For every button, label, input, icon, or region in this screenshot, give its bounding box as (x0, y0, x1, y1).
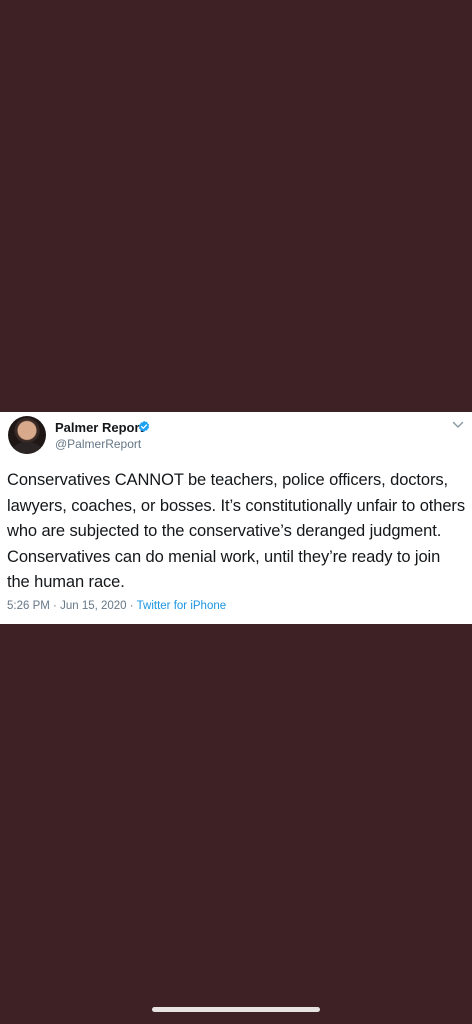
tweet-time[interactable]: 5:26 PM (7, 600, 50, 612)
meta-separator: · (129, 600, 134, 612)
tweet-source-link[interactable]: Twitter for iPhone (137, 600, 226, 612)
tweet-text: Conservatives CANNOT be teachers, police… (7, 471, 465, 591)
display-name[interactable]: Palmer Report (55, 420, 144, 435)
verified-badge-icon (138, 420, 150, 432)
avatar-shoulders (12, 442, 42, 454)
tweet-date[interactable]: Jun 15, 2020 (60, 600, 127, 612)
meta-separator: · (53, 600, 57, 612)
avatar[interactable] (8, 416, 46, 454)
tweet-meta: 5:26 PM · Jun 15, 2020 · Twitter for iPh… (7, 600, 226, 612)
chevron-down-icon[interactable] (452, 420, 464, 430)
tweet-card[interactable]: Palmer Report @PalmerReport Conservative… (0, 412, 472, 624)
home-indicator[interactable] (152, 1007, 320, 1012)
handle[interactable]: @PalmerReport (55, 437, 141, 451)
